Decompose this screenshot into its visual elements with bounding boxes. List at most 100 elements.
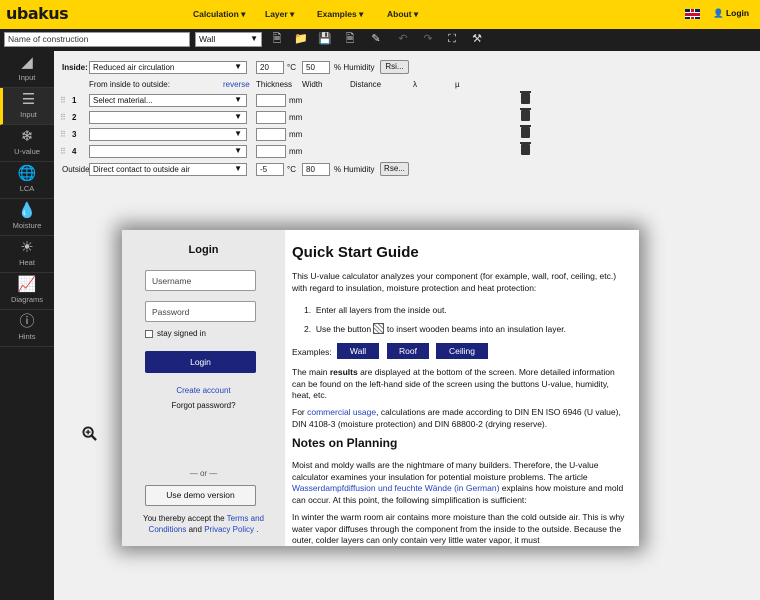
username-input[interactable]: Username [145, 270, 256, 291]
sidebar-item-hints[interactable]: ⓘ Hints [0, 310, 54, 347]
notes-title: Notes on Planning [292, 436, 398, 450]
thickness-input[interactable] [256, 111, 286, 124]
column-lambda: λ [413, 80, 417, 89]
sidebar-item-lca[interactable]: 🌐 LCA [0, 162, 54, 199]
sidebar-item-diagrams[interactable]: 📈 Diagrams [0, 273, 54, 310]
column-distance: Distance [350, 80, 382, 89]
guide-commercial-text: For commercial usage, calculations are m… [292, 407, 621, 429]
login-title: Login [188, 244, 219, 256]
inside-temperature-input[interactable]: 20 [256, 61, 284, 74]
thickness-input[interactable] [256, 145, 286, 158]
material-select[interactable]: ▼ [89, 128, 247, 141]
thickness-input[interactable] [256, 94, 286, 107]
column-mu: µ [455, 80, 460, 89]
pdf-icon[interactable]: 🗎 [343, 32, 357, 47]
pen-icon[interactable]: ✎ [369, 32, 383, 47]
material-select[interactable]: ▼ [89, 145, 247, 158]
user-icon: 👤 [713, 8, 724, 18]
thickness-unit: mm [289, 147, 303, 156]
example-ceiling-button[interactable]: Ceiling [436, 343, 488, 359]
open-folder-icon[interactable]: 📁 [294, 32, 308, 47]
construction-type-select[interactable]: Wall ▼ [195, 32, 262, 47]
nav-about[interactable]: About ▾ [387, 9, 418, 20]
rse-button[interactable]: Rse... [380, 162, 409, 176]
sidebar-item-heat[interactable]: ☀ Heat [0, 236, 54, 273]
undo-icon[interactable]: ↶ [396, 32, 410, 47]
zoom-in-icon[interactable] [82, 426, 97, 441]
toolbar: Name of construction Wall ▼ 🗎 📁 💾 🗎 ✎ ↶ ↷… [0, 29, 760, 51]
notes-paragraph-1: Moist and moldy walls are the nightmare … [292, 460, 624, 505]
drag-handle-icon[interactable]: ⠿ [60, 130, 66, 139]
welcome-dialog: Login Username Password stay signed in L… [122, 230, 639, 546]
drop-icon: 💧 [17, 202, 37, 219]
thickness-unit: mm [289, 96, 303, 105]
trash-icon[interactable] [520, 125, 531, 138]
sidebar-item-input-layers[interactable]: ☰ Input [0, 88, 54, 125]
example-wall-button[interactable]: Wall [337, 343, 379, 359]
login-panel: Login Username Password stay signed in L… [122, 230, 285, 546]
create-account-link[interactable]: Create account [122, 386, 285, 395]
sun-icon: ☀ [20, 239, 34, 256]
trash-icon[interactable] [520, 91, 531, 104]
inside-temp-unit: °C [287, 63, 296, 72]
thickness-unit: mm [289, 130, 303, 139]
sidebar-item-moisture[interactable]: 💧 Moisture [0, 199, 54, 236]
row-number: 3 [72, 130, 77, 139]
material-select[interactable]: Select material... ▼ [89, 94, 247, 107]
stay-signed-in-checkbox[interactable] [145, 330, 153, 338]
row-number: 1 [72, 96, 77, 105]
outside-temperature-input[interactable]: -5 [256, 163, 284, 176]
reverse-link[interactable]: reverse [223, 80, 250, 89]
inside-humidity-unit: % Humidity [334, 63, 375, 72]
top-bar: ubakus Calculation ▾ Layer ▾ Examples ▾ … [0, 0, 760, 29]
thickness-input[interactable] [256, 128, 286, 141]
guide-title: Quick Start Guide [292, 244, 419, 261]
thermometer-snowflake-icon: ❄ [20, 128, 34, 145]
ubakus-logo[interactable]: ubakus [6, 4, 69, 23]
example-roof-button[interactable]: Roof [387, 343, 429, 359]
sidebar-item-u-value[interactable]: ❄ U-value [0, 125, 54, 162]
fullscreen-icon[interactable]: ⛶ [445, 32, 459, 47]
nav-layer[interactable]: Layer ▾ [265, 9, 294, 20]
login-button[interactable]: Login [145, 351, 256, 373]
sidebar-item-input-construction[interactable]: ◢ Input [0, 51, 54, 88]
password-input[interactable]: Password [145, 301, 256, 322]
terms-notice: You thereby accept the Terms and Conditi… [143, 514, 264, 534]
inside-condition-select[interactable]: Reduced air circulation ▼ [89, 61, 247, 74]
new-file-icon[interactable]: 🗎 [270, 32, 284, 47]
drag-handle-icon[interactable]: ⠿ [60, 96, 66, 105]
outside-humidity-input[interactable]: 80 [302, 163, 330, 176]
demo-version-button[interactable]: Use demo version [145, 485, 256, 506]
layers-input-icon: ☰ [21, 91, 36, 108]
guide-step-1: 1. Enter all layers from the inside out. [304, 305, 447, 315]
trash-icon[interactable] [520, 108, 531, 121]
row-number: 4 [72, 147, 77, 156]
notes-paragraph-2: In winter the warm room air contains mor… [292, 512, 625, 545]
guide-step-2: 2. Use the button to insert wooden beams… [304, 323, 566, 334]
line-chart-icon: 📈 [17, 276, 37, 293]
trash-icon[interactable] [520, 142, 531, 155]
globe-icon: 🌐 [17, 165, 37, 182]
drag-handle-icon[interactable]: ⠿ [60, 147, 66, 156]
outside-label: Outside [62, 165, 90, 174]
rsi-button[interactable]: Rsi... [380, 60, 409, 74]
nav-examples[interactable]: Examples ▾ [317, 9, 363, 20]
sidebar: ◢ Input ☰ Input ❄ U-value 🌐 LCA 💧 Moistu… [0, 51, 54, 600]
material-select[interactable]: ▼ [89, 111, 247, 124]
settings-wrench-icon[interactable]: ⚒ [470, 32, 484, 47]
wooden-beam-icon[interactable] [373, 323, 385, 334]
moisture-article-link[interactable]: Wasserdampfdiffusion und feuchte Wände (… [292, 483, 499, 493]
outside-condition-select[interactable]: Direct contact to outside air ▼ [89, 163, 247, 176]
drag-handle-icon[interactable]: ⠿ [60, 113, 66, 122]
header-login-link[interactable]: 👤 Login [713, 8, 749, 19]
forgot-password-link[interactable]: Forgot password? [122, 401, 285, 410]
outside-humidity-unit: % Humidity [334, 165, 375, 174]
construction-name-input[interactable]: Name of construction [4, 32, 190, 47]
redo-icon[interactable]: ↷ [421, 32, 435, 47]
nav-calculation[interactable]: Calculation ▾ [193, 9, 245, 20]
save-icon[interactable]: 💾 [318, 32, 332, 47]
commercial-usage-link[interactable]: commercial usage [307, 407, 376, 417]
inside-humidity-input[interactable]: 50 [302, 61, 330, 74]
uk-flag-icon[interactable] [685, 9, 700, 19]
privacy-link[interactable]: Privacy Policy [204, 525, 254, 534]
